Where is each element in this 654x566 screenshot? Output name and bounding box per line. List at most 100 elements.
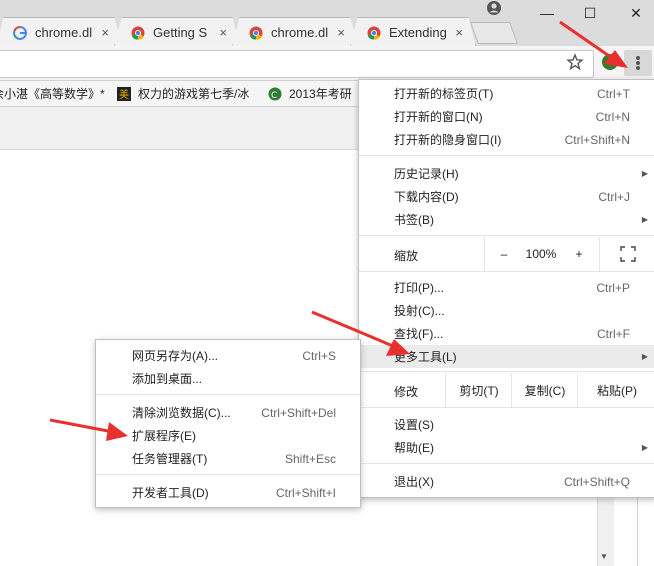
menu-item-shortcut: Ctrl+F bbox=[597, 326, 630, 341]
tab-close-icon[interactable]: × bbox=[337, 25, 345, 40]
tab-4[interactable]: Extending × bbox=[350, 17, 476, 47]
submenu-item-label: 开发者工具(D) bbox=[132, 486, 209, 500]
menu-item-label: 退出(X) bbox=[394, 475, 434, 489]
paste-label: 粘贴(P) bbox=[597, 383, 637, 398]
tab-2[interactable]: Getting S × bbox=[114, 17, 240, 47]
bookmark-item[interactable]: 余小湛《高等数学》* bbox=[0, 81, 105, 106]
submenu-item-add-to-desktop[interactable]: 添加到桌面... bbox=[96, 367, 360, 390]
google-favicon bbox=[13, 25, 27, 40]
chrome-main-menu: 打开新的标签页(T) Ctrl+T 打开新的窗口(N) Ctrl+N 打开新的隐… bbox=[358, 79, 654, 498]
menu-divider bbox=[359, 407, 654, 408]
close-window-button[interactable]: ✕ bbox=[624, 4, 648, 22]
menu-item-shortcut: Ctrl+T bbox=[597, 86, 630, 101]
menu-dots-icon[interactable] bbox=[624, 50, 652, 76]
chrome-favicon bbox=[249, 26, 263, 40]
submenu-item-save-page[interactable]: 网页另存为(A)... Ctrl+S bbox=[96, 344, 360, 367]
copy-label: 复制(C) bbox=[524, 383, 566, 398]
submenu-arrow-icon: ▶ bbox=[641, 169, 648, 178]
menu-item-label: 帮助(E) bbox=[394, 441, 434, 455]
submenu-item-shortcut: Ctrl+S bbox=[302, 348, 336, 363]
maximize-button[interactable]: ☐ bbox=[578, 4, 602, 22]
tab-title: Getting S bbox=[153, 25, 208, 40]
menu-item-cast[interactable]: 投射(C)... bbox=[359, 299, 654, 322]
tab-1[interactable]: chrome.dl × bbox=[0, 17, 122, 47]
new-tab-button[interactable] bbox=[469, 22, 519, 44]
menu-item-label: 投射(C)... bbox=[394, 304, 445, 318]
submenu-item-extensions[interactable]: 扩展程序(E) bbox=[96, 424, 360, 447]
menu-item-settings[interactable]: 设置(S) bbox=[359, 413, 654, 436]
submenu-item-clear-data[interactable]: 清除浏览数据(C)... Ctrl+Shift+Del bbox=[96, 401, 360, 424]
zoom-in-button[interactable]: + bbox=[560, 237, 598, 271]
bookmark-favicon-icon: C bbox=[268, 87, 282, 101]
menu-item-shortcut: Ctrl+N bbox=[595, 109, 630, 124]
menu-item-new-window[interactable]: 打开新的窗口(N) Ctrl+N bbox=[359, 105, 654, 128]
zoom-label: 缩放 bbox=[394, 249, 419, 263]
menu-item-shortcut: Ctrl+Shift+Q bbox=[563, 474, 630, 489]
submenu-item-label: 清除浏览数据(C)... bbox=[132, 406, 231, 420]
more-tools-submenu: 网页另存为(A)... Ctrl+S 添加到桌面... 清除浏览数据(C)...… bbox=[95, 339, 361, 508]
profile-icon[interactable] bbox=[486, 0, 502, 16]
zoom-in-label: + bbox=[575, 247, 583, 261]
bookmark-item[interactable]: 美 权力的游戏第七季/冰 bbox=[117, 81, 249, 106]
bookmark-label: 权力的游戏第七季/冰 bbox=[138, 87, 250, 101]
submenu-item-shortcut: Shift+Esc bbox=[284, 451, 336, 466]
tab-title: chrome.dl bbox=[271, 25, 329, 40]
tab-close-icon[interactable]: × bbox=[455, 25, 463, 40]
zoom-out-button[interactable]: – bbox=[484, 237, 523, 271]
paste-button[interactable]: 粘贴(P) bbox=[577, 373, 654, 407]
star-icon[interactable] bbox=[566, 53, 584, 71]
menu-item-label: 历史记录(H) bbox=[394, 167, 459, 181]
menu-item-label: 打印(P)... bbox=[394, 281, 444, 295]
tab-title: Extending bbox=[389, 25, 447, 40]
menu-item-label: 打开新的隐身窗口(I) bbox=[394, 133, 502, 147]
address-bar[interactable] bbox=[0, 50, 594, 78]
menu-item-downloads[interactable]: 下载内容(D) Ctrl+J bbox=[359, 185, 654, 208]
tab-3[interactable]: chrome.dl × bbox=[232, 17, 358, 47]
submenu-item-shortcut: Ctrl+Shift+Del bbox=[261, 405, 336, 420]
menu-item-exit[interactable]: 退出(X) Ctrl+Shift+Q bbox=[359, 470, 654, 493]
menu-item-label: 更多工具(L) bbox=[394, 350, 457, 364]
edit-label: 修改 bbox=[394, 385, 419, 399]
copy-button[interactable]: 复制(C) bbox=[511, 373, 578, 407]
fullscreen-button[interactable] bbox=[599, 237, 654, 271]
cut-button[interactable]: 剪切(T) bbox=[445, 373, 512, 407]
menu-item-new-tab[interactable]: 打开新的标签页(T) Ctrl+T bbox=[359, 82, 654, 105]
tab-title: chrome.dl bbox=[35, 25, 93, 40]
menu-item-bookmarks[interactable]: 书签(B) ▶ bbox=[359, 208, 654, 231]
menu-item-shortcut: Ctrl+Shift+N bbox=[564, 132, 630, 147]
extension-icon[interactable] bbox=[601, 53, 619, 71]
scroll-down-icon[interactable]: ▼ bbox=[600, 552, 608, 561]
cut-label: 剪切(T) bbox=[459, 383, 499, 398]
menu-item-help[interactable]: 帮助(E) ▶ bbox=[359, 436, 654, 459]
submenu-arrow-icon: ▶ bbox=[641, 352, 648, 361]
menu-item-more-tools[interactable]: 更多工具(L) ▶ bbox=[359, 345, 654, 368]
fullscreen-icon bbox=[620, 246, 636, 262]
submenu-item-shortcut: Ctrl+Shift+I bbox=[275, 485, 336, 500]
menu-item-shortcut: Ctrl+P bbox=[596, 280, 630, 295]
zoom-level: 100% bbox=[522, 237, 560, 271]
menu-item-label: 查找(F)... bbox=[394, 327, 444, 341]
menu-item-label: 下载内容(D) bbox=[394, 190, 459, 204]
menu-item-incognito[interactable]: 打开新的隐身窗口(I) Ctrl+Shift+N bbox=[359, 128, 654, 151]
menu-item-label: 打开新的窗口(N) bbox=[394, 110, 483, 124]
menu-item-label: 打开新的标签页(T) bbox=[394, 87, 494, 101]
menu-item-history[interactable]: 历史记录(H) ▶ bbox=[359, 162, 654, 185]
submenu-divider bbox=[96, 394, 360, 395]
tab-close-icon[interactable]: × bbox=[101, 25, 109, 40]
submenu-item-label: 网页另存为(A)... bbox=[132, 349, 218, 363]
chrome-favicon bbox=[131, 26, 145, 40]
submenu-item-label: 扩展程序(E) bbox=[132, 429, 196, 443]
zoom-value: 100% bbox=[525, 247, 557, 261]
bookmark-label: 余小湛《高等数学》* bbox=[0, 87, 105, 101]
menu-divider bbox=[359, 235, 654, 236]
menu-item-find[interactable]: 查找(F)... Ctrl+F bbox=[359, 322, 654, 345]
bookmark-item[interactable]: C 2013年考研 bbox=[268, 81, 352, 106]
menu-item-print[interactable]: 打印(P)... Ctrl+P bbox=[359, 276, 654, 299]
submenu-item-devtools[interactable]: 开发者工具(D) Ctrl+Shift+I bbox=[96, 481, 360, 504]
tab-strip: chrome.dl × Getting S × chrome.dl × Exte… bbox=[0, 0, 654, 47]
submenu-item-label: 任务管理器(T) bbox=[132, 452, 208, 466]
tab-close-icon[interactable]: × bbox=[219, 25, 227, 40]
submenu-arrow-icon: ▶ bbox=[641, 443, 648, 452]
minimize-button[interactable]: — bbox=[535, 4, 559, 22]
submenu-item-task-manager[interactable]: 任务管理器(T) Shift+Esc bbox=[96, 447, 360, 470]
